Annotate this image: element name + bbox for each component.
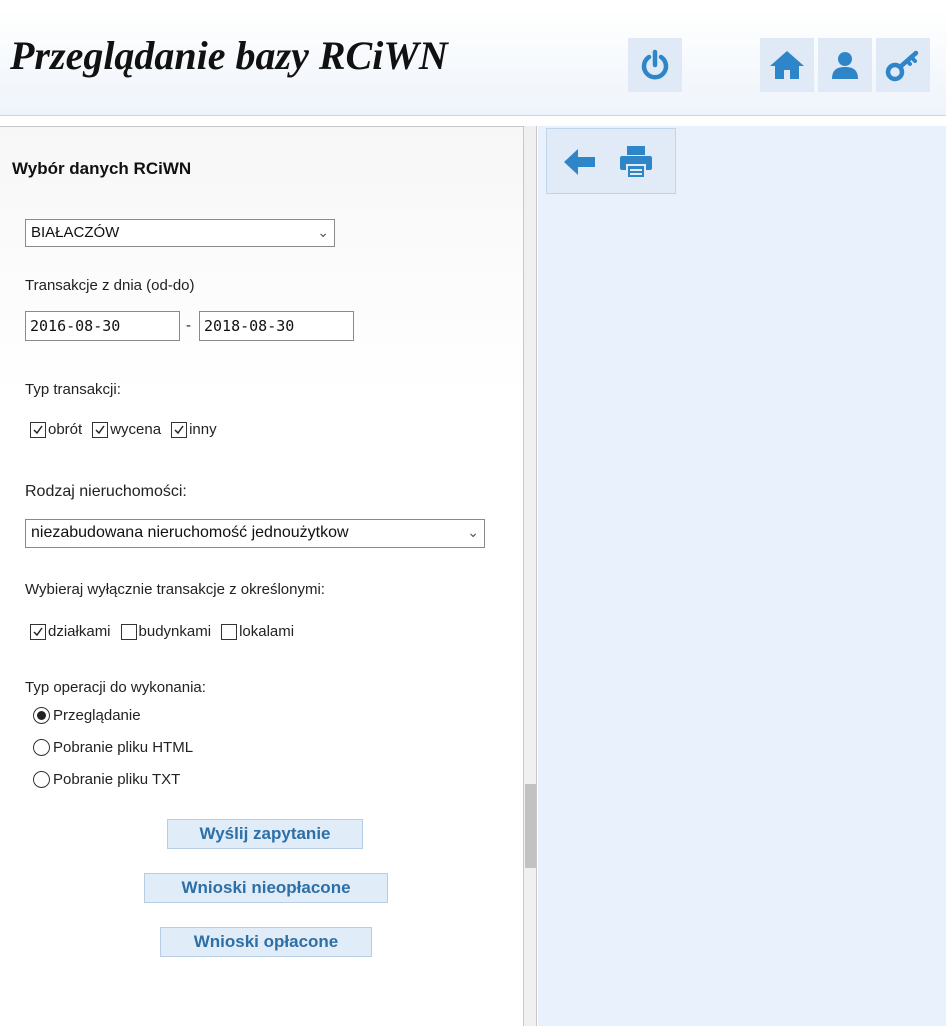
municipality-select-value: BIAŁACZÓW: [31, 224, 120, 241]
page: Przeglądanie bazy RCiWN Wybór danych RCi…: [0, 0, 946, 1026]
radio-pobranie-html[interactable]: Pobranie pliku HTML: [33, 739, 193, 756]
municipality-select[interactable]: BIAŁACZÓW ⌄: [25, 219, 335, 247]
back-button[interactable]: [555, 139, 605, 185]
checkbox-obrot-box[interactable]: [30, 421, 46, 438]
checkbox-wycena-box[interactable]: [92, 421, 109, 438]
radio-przegladanie-label: Przeglądanie: [53, 707, 141, 724]
header-bar: Przeglądanie bazy RCiWN: [0, 10, 946, 116]
filter-label: Wybieraj wyłącznie transakcje z określon…: [25, 581, 325, 598]
operation-label: Typ operacji do wykonania:: [25, 679, 206, 696]
checkmark-icon: [33, 627, 43, 636]
checkbox-dzialki-box[interactable]: [30, 623, 46, 640]
date-separator: -: [186, 317, 191, 334]
radio-pobranie-txt-circle[interactable]: [33, 771, 50, 788]
search-form-panel: Wybór danych RCiWN BIAŁACZÓW ⌄ Transakcj…: [0, 126, 524, 1026]
key-button[interactable]: [876, 38, 930, 92]
checkbox-inny-label: inny: [189, 421, 217, 438]
results-toolbar: [546, 128, 676, 194]
checkbox-obrot-label: obrót: [48, 421, 83, 438]
user-button[interactable]: [818, 38, 872, 92]
panel-title: Wybór danych RCiWN: [12, 159, 192, 178]
scrollbar-thumb[interactable]: [525, 784, 536, 868]
date-to-input[interactable]: 2018-08-30: [199, 311, 354, 341]
filter-checkboxes: działkami budynkami lokalami: [30, 623, 304, 640]
print-icon: [620, 146, 652, 179]
paid-requests-button[interactable]: Wnioski opłacone: [160, 927, 372, 957]
checkbox-budynki-label: budynkami: [138, 623, 212, 640]
checkmark-icon: [33, 425, 43, 434]
checkbox-wycena[interactable]: wycena: [92, 421, 161, 438]
date-from-input[interactable]: 2016-08-30: [25, 311, 180, 341]
checkbox-budynki[interactable]: budynkami: [120, 623, 212, 640]
checkbox-dzialki-label: działkami: [48, 623, 111, 640]
checkbox-inny-box[interactable]: [171, 421, 188, 438]
transaction-type-checkboxes: obrót wycena inny: [30, 421, 227, 438]
home-icon: [770, 51, 804, 79]
radio-pobranie-txt-label: Pobranie pliku TXT: [53, 771, 181, 788]
date-range-label: Transakcje z dnia (od-do): [25, 277, 195, 294]
property-kind-label: Rodzaj nieruchomości:: [25, 483, 187, 500]
logout-button[interactable]: [628, 38, 682, 92]
chevron-down-icon: ⌄: [317, 224, 329, 240]
radio-przegladanie[interactable]: Przeglądanie: [33, 707, 141, 724]
radio-selected-dot: [37, 711, 46, 720]
radio-pobranie-html-circle[interactable]: [33, 739, 50, 756]
user-icon: [832, 52, 858, 79]
checkbox-lokale[interactable]: lokalami: [221, 623, 294, 640]
back-arrow-icon: [564, 149, 595, 175]
checkbox-dzialki[interactable]: działkami: [30, 623, 111, 640]
checkbox-wycena-label: wycena: [110, 421, 162, 438]
property-kind-select[interactable]: niezabudowana nieruchomość jednoużytkow …: [25, 519, 485, 548]
home-button[interactable]: [760, 38, 814, 92]
unpaid-requests-button[interactable]: Wnioski nieopłacone: [144, 873, 388, 903]
checkbox-obrot[interactable]: obrót: [30, 421, 82, 438]
checkbox-budynki-box[interactable]: [120, 623, 137, 640]
radio-pobranie-txt[interactable]: Pobranie pliku TXT: [33, 771, 180, 788]
chevron-down-icon: ⌄: [467, 524, 479, 540]
radio-pobranie-html-label: Pobranie pliku HTML: [53, 739, 194, 756]
power-icon: [641, 49, 669, 80]
results-panel: [538, 126, 946, 1026]
key-icon: [885, 50, 919, 82]
transaction-type-label: Typ transakcji:: [25, 381, 121, 398]
checkbox-inny[interactable]: inny: [171, 421, 217, 438]
checkbox-lokale-label: lokalami: [239, 623, 295, 640]
checkmark-icon: [95, 425, 105, 434]
checkmark-icon: [174, 425, 184, 434]
print-button[interactable]: [611, 139, 661, 185]
left-panel-scrollbar[interactable]: [524, 126, 537, 1026]
send-query-button[interactable]: Wyślij zapytanie: [167, 819, 363, 849]
page-title: Przeglądanie bazy RCiWN: [10, 33, 448, 78]
checkbox-lokale-box[interactable]: [221, 623, 238, 640]
radio-przegladanie-circle[interactable]: [33, 707, 50, 724]
property-kind-select-value: niezabudowana nieruchomość jednoużytkow: [31, 524, 349, 541]
